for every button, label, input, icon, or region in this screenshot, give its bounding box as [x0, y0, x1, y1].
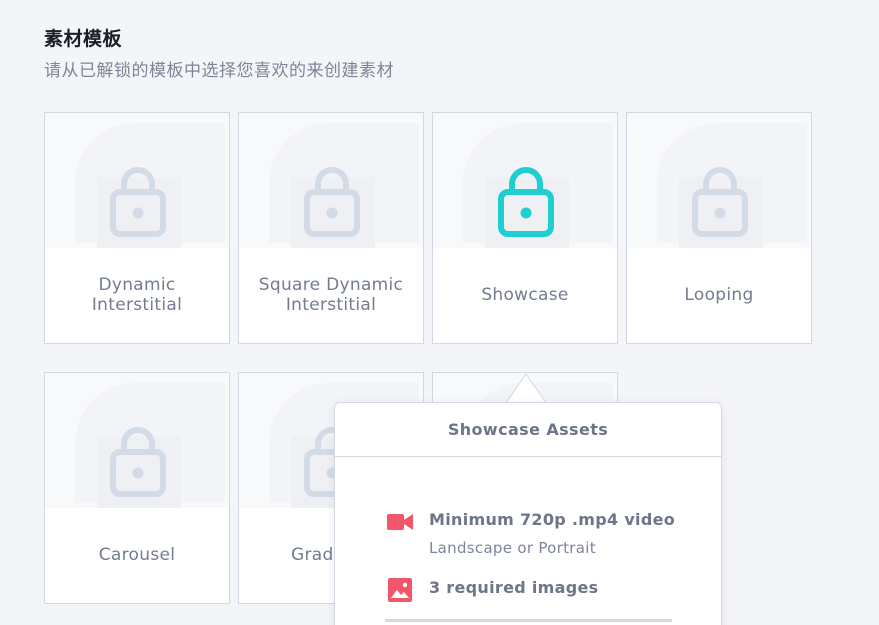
unlocked-lock-icon [498, 167, 554, 237]
video-camera-icon [387, 509, 413, 535]
template-picker-page: 素材模板 请从已解锁的模板中选择您喜欢的来创建素材 Dynamic Inters… [0, 0, 879, 625]
lock-icon [304, 167, 360, 237]
lock-icon [110, 167, 166, 237]
popover-arrow [505, 373, 547, 405]
template-card-label: Square Dynamic Interstitial [258, 275, 404, 315]
template-card-carousel[interactable]: Carousel [44, 372, 230, 604]
showcase-assets-popover: Showcase Assets Minimum 720p .mp4 video … [334, 402, 722, 625]
template-card-looping[interactable]: Looping [626, 112, 812, 344]
page-subtitle: 请从已解锁的模板中选择您喜欢的来创建素材 [44, 61, 394, 81]
template-card-label: Dynamic Interstitial [91, 275, 183, 315]
lock-icon [692, 167, 748, 237]
asset-images-row: 3 required images [387, 577, 598, 603]
template-card-label: Showcase [481, 285, 569, 305]
template-card-square-dynamic-interstitial[interactable]: Square Dynamic Interstitial [238, 112, 424, 344]
asset-images-title: 3 required images [429, 578, 599, 597]
asset-video-subtitle: Landscape or Portrait [429, 539, 596, 557]
popover-title: Showcase Assets [335, 403, 721, 457]
popover-divider [385, 619, 672, 622]
asset-video-title: Minimum 720p .mp4 video [429, 510, 676, 529]
template-card-showcase[interactable]: Showcase [432, 112, 618, 344]
lock-icon [110, 427, 166, 497]
template-card-label: Looping [684, 285, 754, 305]
template-card-label: Carousel [98, 545, 176, 565]
asset-video-row: Minimum 720p .mp4 video Landscape or Por… [387, 509, 675, 559]
template-card-dynamic-interstitial[interactable]: Dynamic Interstitial [44, 112, 230, 344]
page-title: 素材模板 [44, 28, 123, 50]
image-icon [387, 577, 413, 603]
